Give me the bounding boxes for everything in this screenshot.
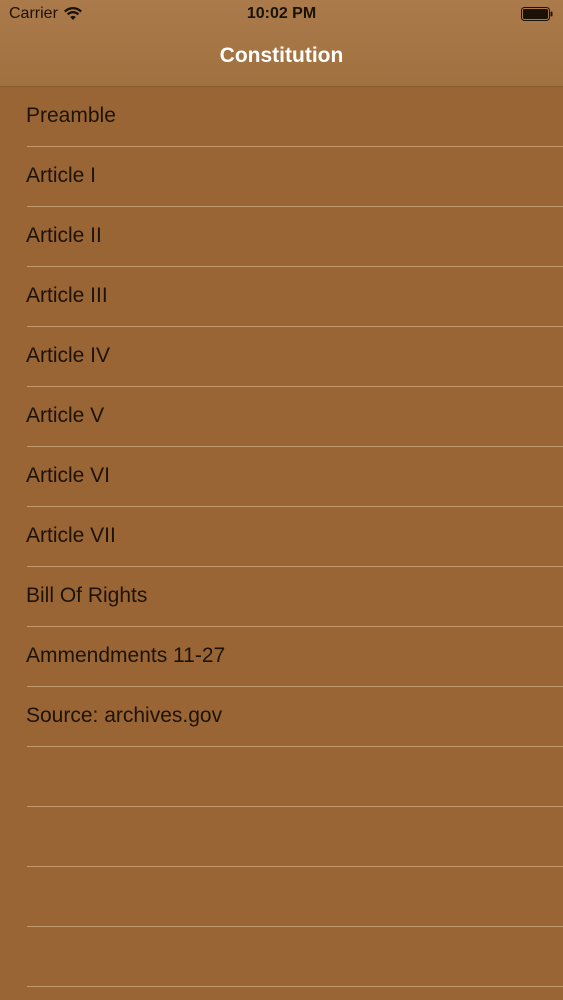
list-item-source[interactable]: Source: archives.gov — [0, 687, 563, 747]
list-item-label: Article II — [26, 224, 102, 247]
battery-icon — [521, 7, 553, 21]
list-item-label: Article VII — [26, 524, 116, 547]
list-item-article-4[interactable]: Article IV — [0, 327, 563, 387]
list-item-article-6[interactable]: Article VI — [0, 447, 563, 507]
status-time: 10:02 PM — [246, 5, 317, 22]
navigation-bar: Carrier 10:02 PM Constitution — [0, 0, 563, 87]
table-list: Preamble Article I Article II Article II… — [0, 87, 563, 987]
empty-row — [0, 867, 563, 927]
page-title: Constitution — [219, 44, 344, 67]
list-item-article-2[interactable]: Article II — [0, 207, 563, 267]
list-item-label: Article I — [26, 164, 97, 187]
empty-row — [0, 807, 563, 867]
list-item-amendments[interactable]: Ammendments 11-27 — [0, 627, 563, 687]
list-item-label: Preamble — [26, 104, 116, 127]
status-bar: Carrier 10:02 PM — [0, 0, 563, 30]
list-item-preamble[interactable]: Preamble — [0, 87, 563, 147]
list-item-label: Source: archives.gov — [26, 704, 223, 727]
empty-row — [0, 927, 563, 987]
empty-row — [0, 747, 563, 807]
list-item-bill-of-rights[interactable]: Bill Of Rights — [0, 567, 563, 627]
list-item-label: Ammendments 11-27 — [26, 644, 226, 667]
list-item-article-1[interactable]: Article I — [0, 147, 563, 207]
list-item-label: Article V — [26, 404, 105, 427]
list-item-article-7[interactable]: Article VII — [0, 507, 563, 567]
list-item-label: Bill Of Rights — [26, 584, 148, 607]
list-item-label: Article IV — [26, 344, 111, 367]
list-item-label: Article VI — [26, 464, 111, 487]
list-item-article-5[interactable]: Article V — [0, 387, 563, 447]
list-item-label: Article III — [26, 284, 108, 307]
list-item-article-3[interactable]: Article III — [0, 267, 563, 327]
